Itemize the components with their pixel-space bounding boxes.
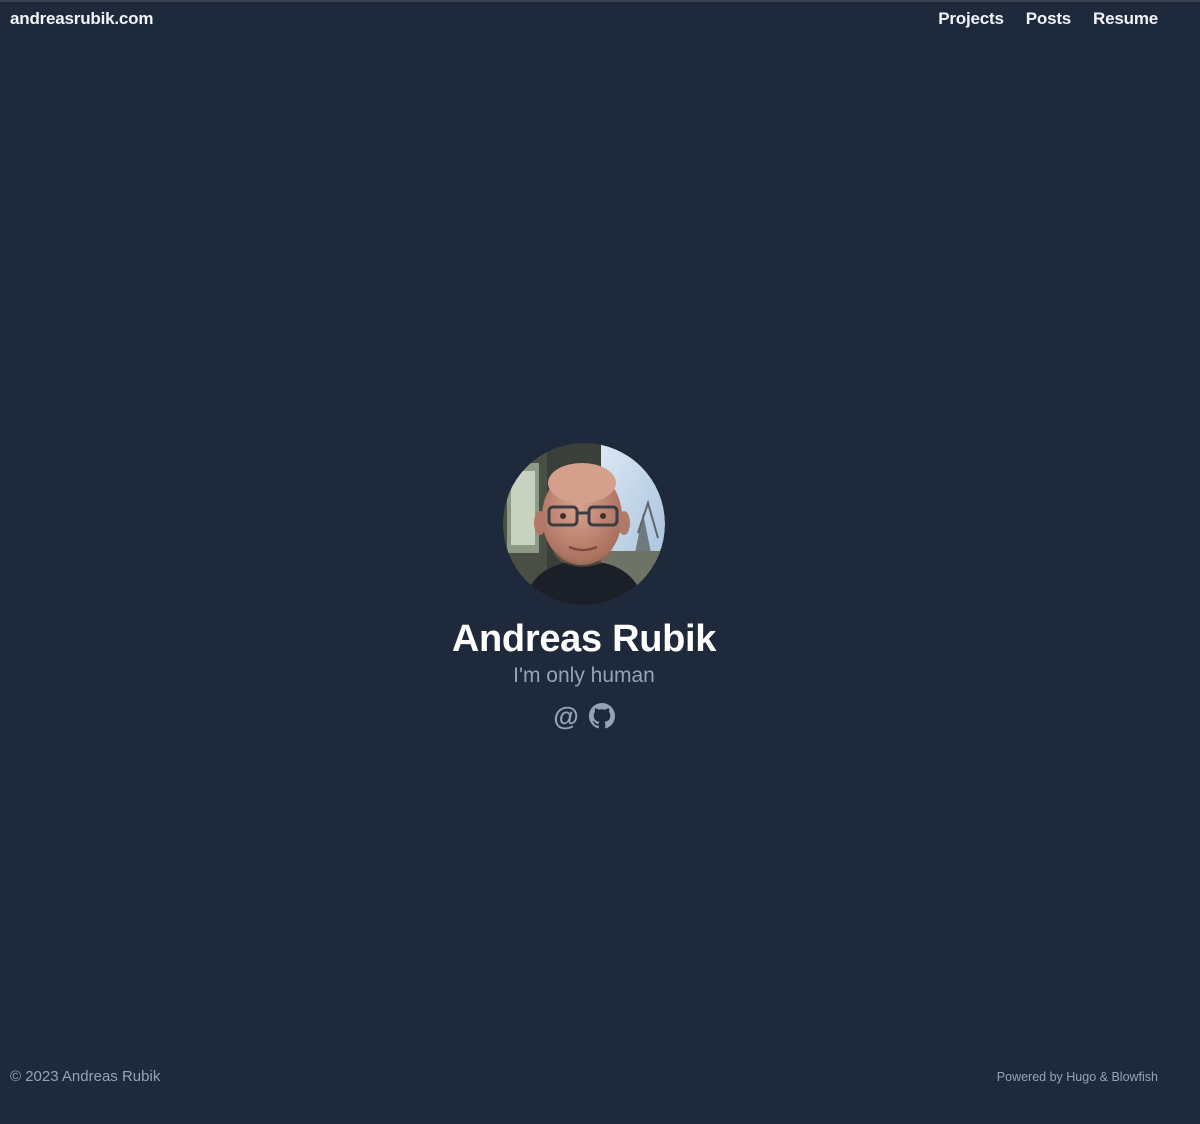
nav-posts[interactable]: Posts	[1026, 9, 1071, 29]
ampersand-text: &	[1096, 1070, 1112, 1084]
footer-powered-by: Powered by Hugo & Blowfish	[997, 1070, 1158, 1084]
hugo-link[interactable]: Hugo	[1066, 1070, 1096, 1084]
social-links: @	[553, 703, 615, 729]
blowfish-link[interactable]: Blowfish	[1111, 1070, 1158, 1084]
site-header: andreasrubik.com Projects Posts Resume	[0, 2, 1200, 36]
nav-resume[interactable]: Resume	[1093, 9, 1158, 29]
footer-copyright: © 2023 Andreas Rubik	[10, 1068, 161, 1085]
email-link[interactable]: @	[553, 703, 579, 729]
email-icon: @	[553, 701, 579, 731]
github-link[interactable]	[589, 703, 615, 729]
main-nav: Projects Posts Resume	[938, 9, 1158, 29]
site-title-link[interactable]: andreasrubik.com	[10, 9, 153, 29]
avatar	[503, 443, 665, 605]
nav-projects[interactable]: Projects	[938, 9, 1004, 29]
profile-tagline: I'm only human	[513, 664, 655, 687]
profile-section: Andreas Rubik I'm only human @	[0, 443, 1168, 729]
powered-by-text: Powered by	[996, 1070, 1067, 1084]
github-icon	[589, 703, 615, 729]
profile-name: Andreas Rubik	[451, 618, 717, 660]
